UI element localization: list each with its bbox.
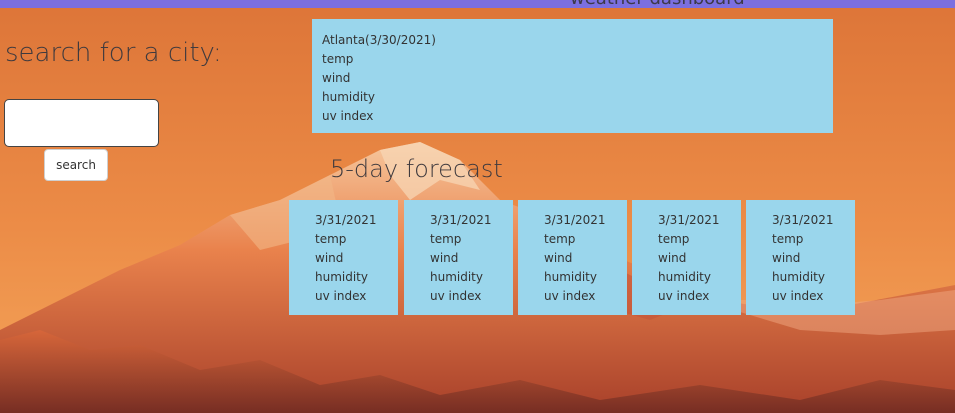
current-weather-card: Atlanta(3/30/2021) temp wind humidity uv… — [312, 19, 833, 133]
search-label: search for a city: — [5, 38, 222, 68]
current-wind: wind — [322, 71, 351, 85]
forecast-temp: temp — [658, 232, 690, 246]
forecast-uv-index: uv index — [315, 289, 367, 303]
forecast-wind: wind — [658, 251, 687, 265]
forecast-date: 3/31/2021 — [430, 213, 492, 227]
app-title: weather dashboard — [570, 0, 745, 8]
forecast-card: 3/31/2021 temp wind humidity uv index — [518, 200, 627, 315]
forecast-humidity: humidity — [430, 270, 483, 284]
header-bar: weather dashboard — [0, 0, 955, 8]
search-button[interactable]: search — [44, 149, 108, 181]
forecast-wind: wind — [315, 251, 344, 265]
forecast-uv-index: uv index — [544, 289, 596, 303]
forecast-uv-index: uv index — [772, 289, 824, 303]
forecast-humidity: humidity — [315, 270, 368, 284]
forecast-card: 3/31/2021 temp wind humidity uv index — [289, 200, 398, 315]
current-city-date: Atlanta(3/30/2021) — [322, 33, 436, 47]
forecast-uv-index: uv index — [430, 289, 482, 303]
forecast-card: 3/31/2021 temp wind humidity uv index — [404, 200, 513, 315]
forecast-humidity: humidity — [772, 270, 825, 284]
current-uv-index: uv index — [322, 109, 374, 123]
forecast-date: 3/31/2021 — [544, 213, 606, 227]
forecast-temp: temp — [315, 232, 347, 246]
forecast-title: 5-day forecast — [330, 155, 503, 183]
forecast-wind: wind — [772, 251, 801, 265]
forecast-temp: temp — [544, 232, 576, 246]
current-humidity: humidity — [322, 90, 375, 104]
forecast-humidity: humidity — [544, 270, 597, 284]
forecast-temp: temp — [772, 232, 804, 246]
forecast-uv-index: uv index — [658, 289, 710, 303]
current-temp: temp — [322, 52, 354, 66]
city-search-input[interactable] — [4, 99, 159, 147]
forecast-date: 3/31/2021 — [772, 213, 834, 227]
forecast-card: 3/31/2021 temp wind humidity uv index — [632, 200, 741, 315]
forecast-wind: wind — [430, 251, 459, 265]
forecast-humidity: humidity — [658, 270, 711, 284]
forecast-card: 3/31/2021 temp wind humidity uv index — [746, 200, 855, 315]
forecast-temp: temp — [430, 232, 462, 246]
forecast-date: 3/31/2021 — [315, 213, 377, 227]
forecast-date: 3/31/2021 — [658, 213, 720, 227]
forecast-wind: wind — [544, 251, 573, 265]
